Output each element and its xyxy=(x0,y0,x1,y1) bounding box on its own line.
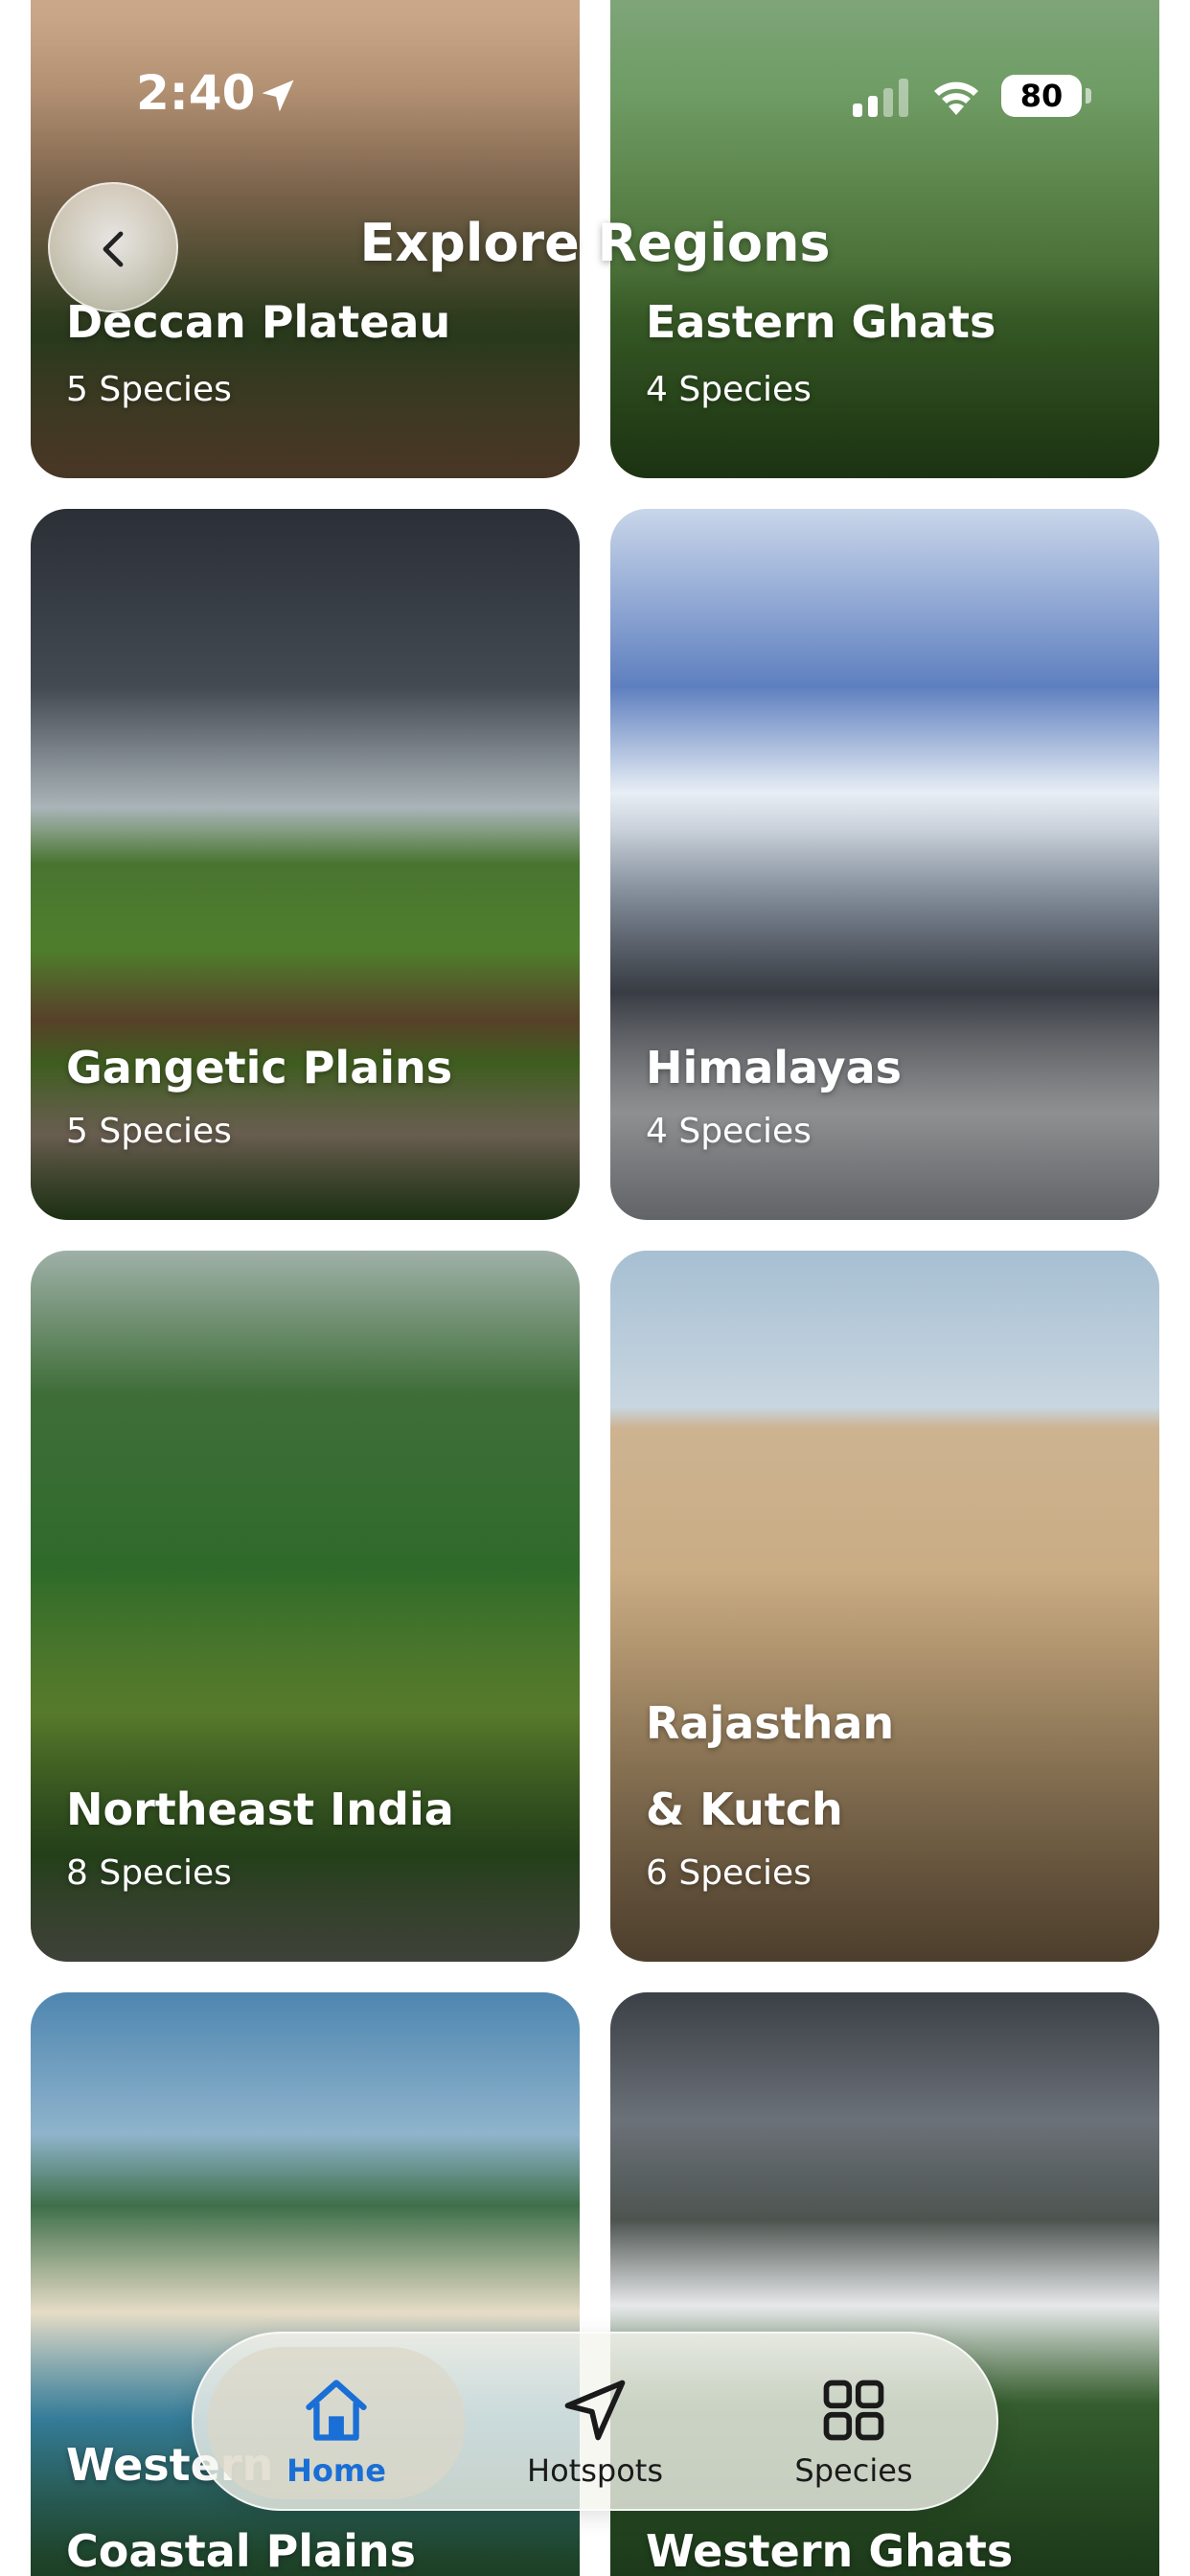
region-name: Himalayas xyxy=(646,1042,903,1093)
region-card-rajasthan-kutch[interactable]: Rajasthan & Kutch 6 Species xyxy=(610,1251,1159,1962)
region-name: Western Ghats xyxy=(646,2525,1014,2576)
tab-label: Hotspots xyxy=(527,2452,663,2489)
region-species-count: 4 Species xyxy=(646,1112,812,1151)
home-icon xyxy=(306,2380,367,2441)
tab-species[interactable]: Species xyxy=(724,2347,983,2499)
status-time: 2:40 xyxy=(136,65,256,121)
grid-icon xyxy=(823,2380,884,2441)
tab-home[interactable]: Home xyxy=(207,2347,466,2499)
region-card-himalayas[interactable]: Himalayas 4 Species xyxy=(610,509,1159,1220)
region-species-count: 4 Species xyxy=(646,370,812,409)
region-species-count: 5 Species xyxy=(66,370,232,409)
tab-hotspots[interactable]: Hotspots xyxy=(466,2347,724,2499)
region-card-northeast-india[interactable]: Northeast India 8 Species xyxy=(31,1251,580,1962)
tab-label: Species xyxy=(794,2452,913,2489)
wifi-icon xyxy=(934,81,978,115)
status-bar: 2:40 80 xyxy=(0,0,1190,144)
region-species-count: 6 Species xyxy=(646,1853,812,1893)
navigation-arrow-icon xyxy=(564,2380,626,2441)
region-name: Northeast India xyxy=(66,1783,454,1835)
location-arrow-icon xyxy=(262,80,294,112)
region-name: Rajasthan & Kutch xyxy=(646,1697,895,1835)
region-species-count: 8 Species xyxy=(66,1853,232,1893)
regions-grid: Deccan Plateau 5 Species Eastern Ghats 4… xyxy=(0,0,1190,2576)
battery-level: 80 xyxy=(1019,78,1064,114)
region-card-gangetic-plains[interactable]: Gangetic Plains 5 Species xyxy=(31,509,580,1220)
page-title: Explore Regions xyxy=(359,213,831,273)
region-species-count: 5 Species xyxy=(66,1112,232,1151)
battery-icon: 80 xyxy=(1001,75,1082,117)
cellular-signal-icon xyxy=(853,79,908,117)
region-name: Gangetic Plains xyxy=(66,1042,453,1093)
tab-label: Home xyxy=(286,2452,386,2489)
bottom-tab-bar: Home Hotspots Species xyxy=(192,2332,998,2511)
battery-tip xyxy=(1086,88,1091,104)
region-name: Eastern Ghats xyxy=(646,296,996,348)
